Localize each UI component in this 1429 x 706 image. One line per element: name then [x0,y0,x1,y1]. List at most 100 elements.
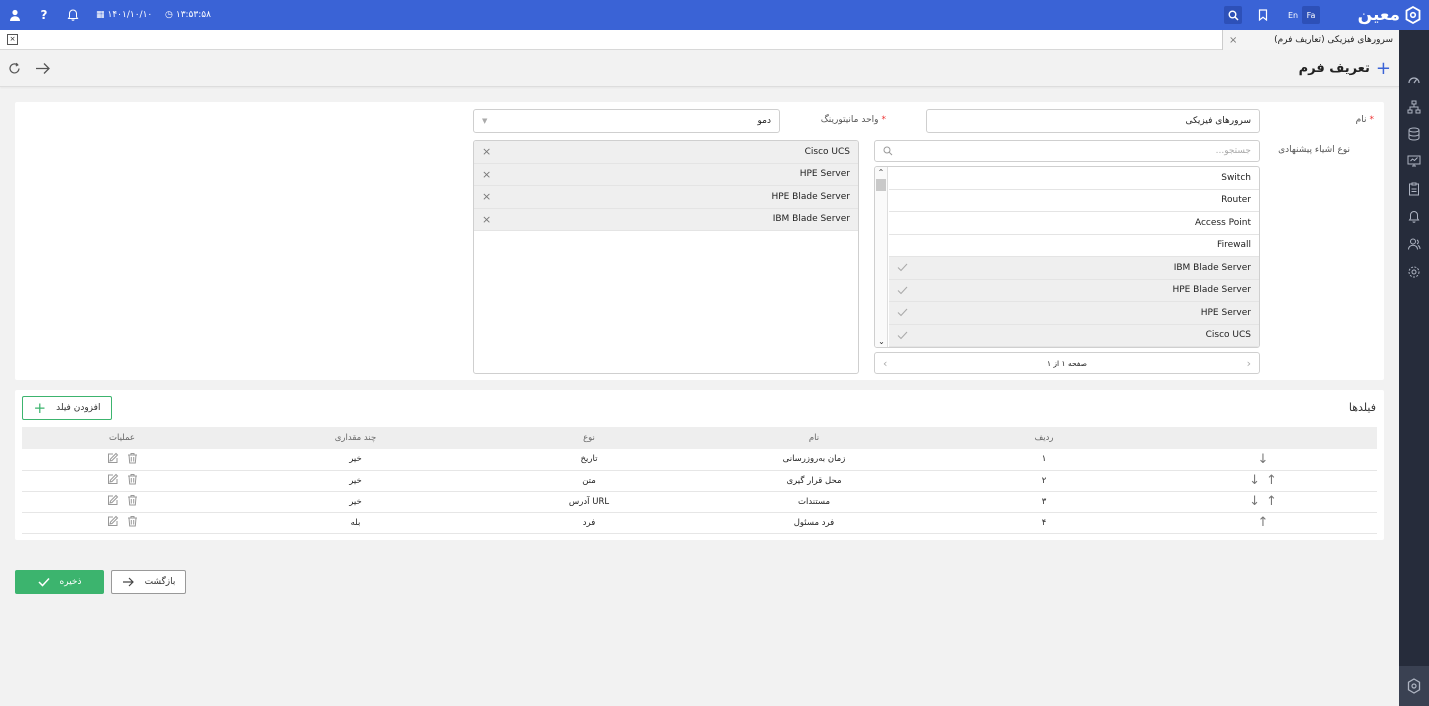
close-all-tabs-icon[interactable]: × [7,34,18,45]
row-index: ۳ [939,491,1149,513]
remove-icon[interactable]: × [482,145,491,158]
sidebar-clipboard-icon[interactable] [1406,181,1422,197]
save-button[interactable]: ذخیره [15,570,104,594]
row-name: محل قرار گیری [689,470,939,492]
col-multi: چند مقداری [222,427,489,449]
sidebar-users-icon[interactable] [1406,236,1422,252]
scroll-up-icon[interactable]: ⌃ [875,167,887,179]
trash-icon[interactable] [127,452,138,464]
edit-icon[interactable] [107,515,119,527]
col-type: نوع [489,427,689,449]
search-icon [1228,10,1239,21]
available-item[interactable]: HPE Blade Server [889,279,1259,302]
selected-rows: Cisco UCS × HPE Server × HPE Blade Server × IB… [474,141,858,231]
name-input[interactable]: سرورهای فیزیکی [926,109,1260,133]
trash-icon[interactable] [127,515,138,527]
available-item-label: Firewall [1217,240,1251,251]
available-item[interactable]: Firewall [889,235,1259,257]
page-title-text: تعریف فرم [1298,61,1370,76]
available-item[interactable]: Switch [889,167,1259,190]
header-actions [8,62,51,75]
sidebar-topology-icon[interactable] [1406,99,1422,115]
calendar-icon: ▦ [96,10,105,20]
row-index: ۲ [939,470,1149,492]
sidebar-alert-icon[interactable] [1406,209,1422,225]
forward-arrow-icon[interactable] [35,62,51,75]
list-scrollbar[interactable]: ⌃ ⌄ [875,167,888,347]
edit-icon[interactable] [107,452,119,464]
search-button[interactable] [1224,6,1242,24]
fields-card: فیلدها افزودن فیلد + عملیات چند مقداری ن… [15,390,1384,540]
available-item[interactable]: IBM Blade Server [889,257,1259,280]
available-item[interactable]: HPE Server [889,302,1259,325]
available-item[interactable]: Cisco UCS [889,324,1259,347]
move-down-icon[interactable]: ↓ [1249,494,1260,509]
available-item-label: IBM Blade Server [1173,262,1251,273]
sidebar-database-icon[interactable] [1406,126,1422,142]
brand-name: معین [1357,5,1400,25]
lang-en-button[interactable]: En [1284,6,1302,24]
col-order [1149,427,1377,449]
scroll-down-icon[interactable]: ⌄ [875,337,888,347]
fields-table: عملیات چند مقداری نوع نام ردیف خیر تاریخ ز… [22,427,1377,534]
edit-icon[interactable] [107,494,119,506]
move-up-icon[interactable]: ↑ [1258,515,1269,530]
next-page-icon[interactable]: ‹ [1247,357,1251,370]
remove-icon[interactable]: × [482,168,491,181]
sidebar-dashboard-icon[interactable] [1406,72,1422,88]
trash-icon[interactable] [127,473,138,485]
monitoring-unit-select[interactable]: دمو ▼ [473,109,780,133]
time-display: ◷ ۱۳:۵۳:۵۸ [165,0,211,30]
check-icon [897,286,908,295]
add-field-button[interactable]: افزودن فیلد + [22,396,112,420]
bell-icon[interactable] [64,0,82,30]
tab-label: سرورهای فیزیکی (تعاریف فرم) [1274,35,1393,45]
edit-icon[interactable] [107,473,119,485]
types-pagination: ‹ صفحه ۱ از ۱ › [874,352,1260,374]
page-title: + تعریف فرم [1299,50,1391,87]
prev-page-icon[interactable]: › [883,357,887,370]
check-icon [37,577,50,587]
row-operations [22,491,222,513]
available-item[interactable]: Router [889,190,1259,212]
tab-physical-servers[interactable]: سرورهای فیزیکی (تعاریف فرم) × [1222,30,1399,50]
sidebar-monitor-icon[interactable] [1406,153,1422,169]
trash-icon[interactable] [127,494,138,506]
selected-item: HPE Blade Server × [474,186,858,209]
back-label: بازگشت [144,577,176,587]
help-icon[interactable]: ? [36,0,52,30]
fields-table-wrap: عملیات چند مقداری نوع نام ردیف خیر تاریخ ز… [22,427,1377,534]
move-up-icon[interactable]: ↑ [1266,473,1277,488]
bookmark-button[interactable] [1254,6,1272,24]
user-icon[interactable] [6,0,24,30]
remove-icon[interactable]: × [482,213,491,226]
time-text: ۱۳:۵۳:۵۸ [175,10,211,20]
refresh-icon[interactable] [8,62,21,75]
types-search-input[interactable]: جستجو... [874,140,1260,162]
table-row: خیر آدرس URL مستندات ۳ ↓ ↑ [22,491,1377,513]
move-down-icon[interactable]: ↓ [1249,473,1260,488]
col-operations: عملیات [22,427,222,449]
back-button[interactable]: بازگشت [111,570,186,594]
brand-small-icon [1407,678,1421,694]
move-down-icon[interactable]: ↓ [1258,452,1269,467]
row-type: متن [489,470,689,492]
row-type: آدرس URL [489,491,689,513]
sidebar-collapse-button[interactable] [1399,666,1429,706]
move-up-icon[interactable]: ↑ [1266,494,1277,509]
row-operations [22,470,222,492]
name-value: سرورهای فیزیکی [1185,116,1251,126]
fields-title: فیلدها [1348,401,1376,414]
available-item[interactable]: Access Point [889,212,1259,235]
row-type: فرد [489,512,689,534]
tab-close-icon[interactable]: × [1229,35,1237,46]
row-order: ↑ [1149,512,1377,534]
selected-item: HPE Server × [474,163,858,186]
remove-icon[interactable]: × [482,190,491,203]
brand-logo: معین [1358,0,1421,30]
scroll-thumb[interactable] [876,179,886,191]
lang-fa-button[interactable]: Fa [1302,6,1320,24]
tab-bar: × سرورهای فیزیکی (تعاریف فرم) × [0,30,1399,50]
add-form-icon[interactable]: + [1376,58,1391,79]
sidebar-settings-icon[interactable] [1406,264,1422,280]
